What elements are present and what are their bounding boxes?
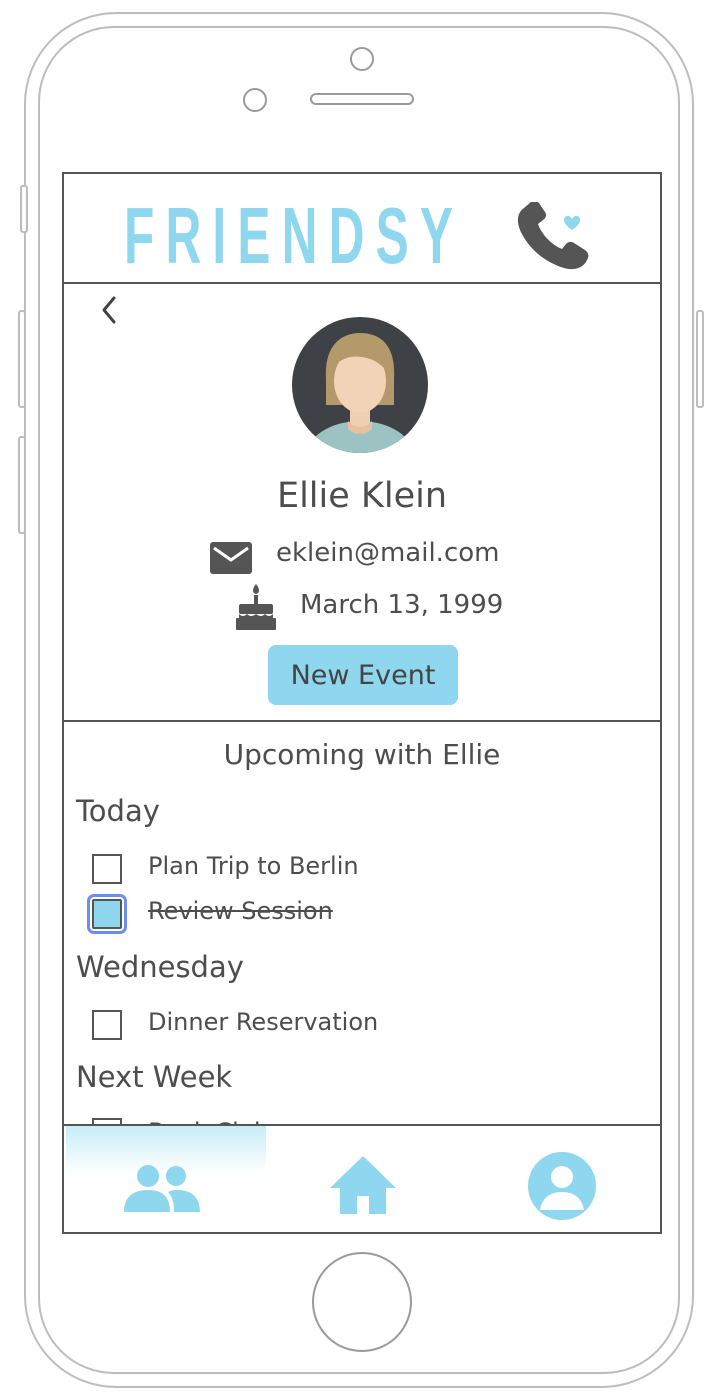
- bottom-tab-bar: [64, 1124, 660, 1232]
- phone-heart-icon: [517, 202, 589, 270]
- birthday-cake-icon: [236, 584, 276, 630]
- volume-down-button: [18, 436, 26, 534]
- back-chevron-icon[interactable]: [94, 294, 126, 326]
- task-label-completed: Review Session: [148, 897, 333, 925]
- upcoming-title: Upcoming with Ellie: [223, 738, 501, 771]
- profile-name: Ellie Klein: [276, 476, 448, 516]
- proximity-sensor: [243, 88, 267, 112]
- home-button[interactable]: [312, 1252, 412, 1352]
- avatar: [292, 317, 428, 453]
- task-label: Plan Trip to Berlin: [148, 852, 359, 880]
- task-checkbox-checked[interactable]: [87, 894, 127, 934]
- silent-switch: [20, 185, 28, 233]
- task-checkbox[interactable]: [92, 1010, 122, 1040]
- task-label: Dinner Reservation: [148, 1008, 379, 1036]
- power-button: [696, 310, 704, 408]
- home-icon[interactable]: [330, 1156, 396, 1214]
- profile-icon[interactable]: [528, 1152, 596, 1220]
- app-screen: FRIENDSY Ellie Klein eklein@mail.com Mar…: [62, 172, 662, 1234]
- section-divider: [64, 720, 660, 722]
- new-event-button[interactable]: New Event: [268, 645, 458, 705]
- earpiece-speaker: [310, 93, 414, 105]
- app-header: FRIENDSY: [64, 174, 660, 284]
- task-checkbox[interactable]: [92, 854, 122, 884]
- envelope-icon: [210, 542, 252, 574]
- profile-birthday: March 13, 1999: [300, 590, 504, 620]
- friends-icon[interactable]: [124, 1164, 200, 1214]
- group-label-next-week: Next Week: [76, 1060, 233, 1094]
- front-camera: [350, 47, 374, 71]
- app-logo-text: FRIENDSY: [124, 191, 465, 280]
- group-label-wednesday: Wednesday: [76, 950, 244, 984]
- profile-email: eklein@mail.com: [276, 538, 500, 568]
- group-label-today: Today: [76, 794, 160, 828]
- volume-up-button: [18, 310, 26, 408]
